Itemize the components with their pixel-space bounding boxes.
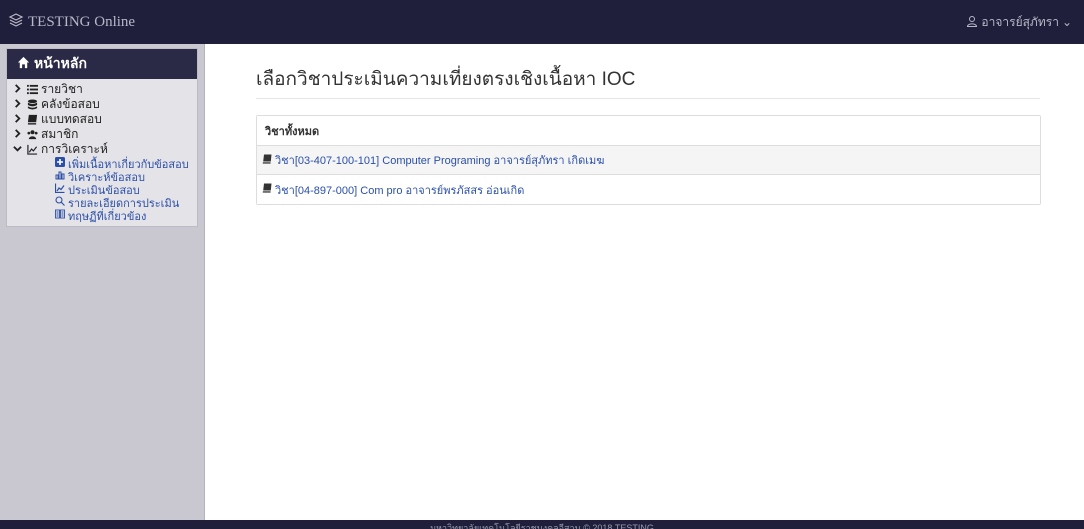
- list-icon: [27, 84, 41, 95]
- line-chart-icon: [54, 183, 65, 196]
- book-icon: [262, 154, 272, 167]
- panel-header: วิชาทั้งหมด: [257, 116, 1040, 146]
- course-list-item[interactable]: วิชา[04-897-000] Com pro อาจารย์พรภัสสร …: [257, 175, 1040, 204]
- bar-chart-icon: [55, 170, 65, 183]
- sidebar-menu: หน้าหลัก รายวิชา คลังข้อสอบ แบบทดสอบ สมา…: [6, 48, 198, 227]
- home-label: หน้าหลัก: [34, 55, 87, 71]
- chevron-right-icon: [13, 113, 27, 126]
- open-book-icon: [55, 209, 65, 222]
- sidebar-item-tests[interactable]: แบบทดสอบ: [7, 112, 197, 127]
- top-navbar: TESTING Online อาจารย์สุภัทรา ⌄: [0, 0, 1084, 44]
- divider: [256, 98, 1040, 99]
- layers-icon: [8, 12, 24, 33]
- chevron-right-icon: [13, 98, 27, 111]
- page-title: เลือกวิชาประเมินความเที่ยงตรงเชิงเนื้อหา…: [256, 69, 636, 90]
- book-icon: [27, 114, 41, 125]
- footer: มหาวิทยาลัยเทคโนโลยีราชมงคลอีสาน © 2018 …: [0, 520, 1084, 529]
- users-icon: [27, 129, 41, 140]
- sidebar-item-question-bank[interactable]: คลังข้อสอบ: [7, 97, 197, 112]
- sidebar: หน้าหลัก รายวิชา คลังข้อสอบ แบบทดสอบ สมา…: [0, 44, 205, 520]
- course-list-item[interactable]: วิชา[03-407-100-101] Computer Programing…: [257, 146, 1040, 175]
- chevron-down-icon: [13, 144, 27, 156]
- search-icon: [55, 196, 65, 209]
- main-content: เลือกวิชาประเมินความเที่ยงตรงเชิงเนื้อหา…: [206, 44, 1084, 520]
- sidebar-item-courses[interactable]: รายวิชา: [7, 82, 197, 97]
- courses-panel: วิชาทั้งหมด วิชา[03-407-100-101] Compute…: [256, 115, 1041, 205]
- line-chart-icon: [27, 144, 41, 155]
- analysis-submenu: เพิ่มเนื้อหาเกี่ยวกับข้อสอบ วิเคราะห์ข้อ…: [7, 157, 197, 223]
- course-link[interactable]: วิชา[04-897-000] Com pro อาจารย์พรภัสสร …: [275, 181, 524, 199]
- plus-square-icon: [55, 157, 65, 170]
- app-title: TESTING Online: [28, 13, 136, 30]
- course-link[interactable]: วิชา[03-407-100-101] Computer Programing…: [275, 151, 604, 169]
- book-icon: [262, 183, 272, 196]
- user-menu[interactable]: อาจารย์สุภัทรา ⌄: [966, 13, 1072, 32]
- home-icon: [17, 56, 30, 72]
- user-icon: [966, 15, 978, 30]
- chevron-down-icon: ⌄: [1061, 15, 1072, 29]
- submenu-label: ทฤษฏีที่เกี่ยวข้อง: [68, 210, 147, 223]
- database-icon: [27, 99, 41, 110]
- chevron-right-icon: [13, 128, 27, 141]
- sidebar-home[interactable]: หน้าหลัก: [7, 49, 197, 79]
- chevron-right-icon: [13, 83, 27, 96]
- brand[interactable]: TESTING Online: [8, 12, 135, 33]
- user-name: อาจารย์สุภัทรา: [981, 14, 1059, 29]
